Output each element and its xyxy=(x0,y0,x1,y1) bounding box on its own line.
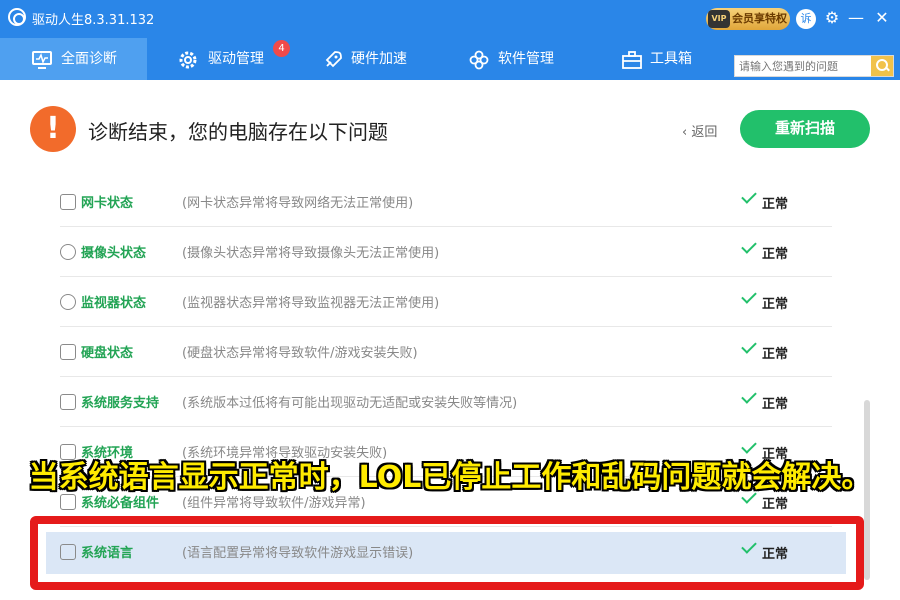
back-link[interactable]: ‹ 返回 xyxy=(682,121,717,140)
check-icon xyxy=(741,188,757,204)
check-icon xyxy=(741,338,757,354)
tab-hardware-acceleration[interactable]: 硬件加速 xyxy=(297,38,445,80)
monitor-icon xyxy=(32,51,52,69)
list-item: 监视器状态 (监视器状态异常将导致监视器无法正常使用) 正常 xyxy=(60,277,832,327)
close-icon[interactable]: ✕ xyxy=(872,8,892,28)
chevron-left-icon: ‹ xyxy=(682,125,692,140)
item-description: (摄像头状态异常将导致摄像头无法正常使用) xyxy=(182,246,440,261)
feedback-avatar[interactable]: 诉 xyxy=(796,9,816,29)
check-icon xyxy=(741,388,757,404)
search-icon[interactable] xyxy=(871,56,893,76)
gear-icon xyxy=(179,51,197,69)
settings-gear-icon[interactable]: ⚙ xyxy=(822,8,842,28)
search-box xyxy=(734,55,894,77)
update-count-badge: 4 xyxy=(273,40,290,57)
app-title: 驱动人生8.3.31.132 xyxy=(32,13,155,28)
list-item: 系统服务支持 (系统版本过低将有可能出现驱动无适配或安装失败等情况) 正常 xyxy=(60,377,832,427)
check-icon xyxy=(741,288,757,304)
minimize-icon[interactable]: — xyxy=(846,8,866,28)
page-title: 诊断结束，您的电脑存在以下问题 xyxy=(88,120,388,144)
tab-driver-management[interactable]: 驱动管理 4 xyxy=(147,38,297,80)
hard-disk-icon xyxy=(60,344,76,360)
search-input[interactable] xyxy=(735,56,871,76)
tab-label: 工具箱 xyxy=(650,51,692,67)
item-description: (硬盘状态异常将导致软件/游戏安装失败) xyxy=(182,346,418,361)
tab-label: 驱动管理 xyxy=(208,51,264,67)
vip-button[interactable]: VIP 会员享特权 xyxy=(706,8,790,30)
highlight-annotation-box xyxy=(30,516,864,590)
list-item: 硬盘状态 (硬盘状态异常将导致软件/游戏安装失败) 正常 xyxy=(60,327,832,377)
tab-label: 硬件加速 xyxy=(351,51,407,67)
app-logo-icon xyxy=(8,8,26,26)
item-name: 硬盘状态 xyxy=(81,346,134,361)
item-name: 摄像头状态 xyxy=(81,246,147,261)
toolbox-icon xyxy=(622,51,642,69)
item-name: 系统服务支持 xyxy=(81,396,160,411)
rescan-button[interactable]: 重新扫描 xyxy=(740,110,870,148)
warning-icon: ! xyxy=(30,106,76,152)
tab-full-diagnosis[interactable]: 全面诊断 xyxy=(0,38,147,80)
tab-label: 全面诊断 xyxy=(61,51,117,67)
item-status: 正常 xyxy=(762,347,789,362)
title-bar: 驱动人生8.3.31.132 VIP 会员享特权 诉 ⚙ — ✕ xyxy=(0,0,900,38)
item-status: 正常 xyxy=(762,197,789,212)
monitor-webcam-icon xyxy=(60,294,76,310)
system-service-icon xyxy=(60,394,76,410)
vip-label: 会员享特权 xyxy=(732,12,787,25)
tab-label: 软件管理 xyxy=(498,51,554,67)
tab-toolbox[interactable]: 工具箱 xyxy=(595,38,730,80)
item-description: (网卡状态异常将导致网络无法正常使用) xyxy=(182,196,414,211)
flower-icon xyxy=(469,50,489,70)
puzzle-component-icon xyxy=(60,494,76,510)
network-card-icon xyxy=(60,194,76,210)
tab-software-management[interactable]: 软件管理 xyxy=(445,38,595,80)
item-name: 网卡状态 xyxy=(81,196,134,211)
annotation-caption: 当系统语言显示正常时，LOL已停止工作和乱码问题就会解决。 xyxy=(28,460,872,495)
check-icon xyxy=(741,238,757,254)
item-status: 正常 xyxy=(762,297,789,312)
rocket-icon xyxy=(325,51,342,68)
item-description: (监视器状态异常将导致监视器无法正常使用) xyxy=(182,296,440,311)
camera-icon xyxy=(60,244,76,260)
item-status: 正常 xyxy=(762,397,789,412)
list-item: 网卡状态 (网卡状态异常将导致网络无法正常使用) 正常 xyxy=(60,177,832,227)
item-status: 正常 xyxy=(762,247,789,262)
list-item: 摄像头状态 (摄像头状态异常将导致摄像头无法正常使用) 正常 xyxy=(60,227,832,277)
item-description: (系统版本过低将有可能出现驱动无适配或安装失败等情况) xyxy=(182,396,518,411)
item-name: 监视器状态 xyxy=(81,296,147,311)
vip-badge: VIP xyxy=(708,10,730,28)
